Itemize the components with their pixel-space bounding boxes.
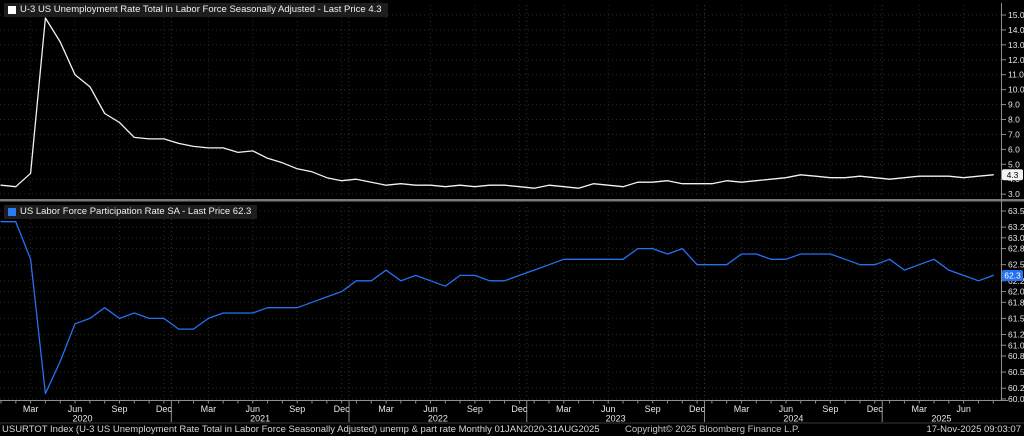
- x-tick-label: Dec: [334, 404, 351, 414]
- y-tick-label: 13.0: [1008, 40, 1024, 50]
- x-tick-label: Sep: [467, 404, 483, 414]
- y-tick-label: 3.0: [1008, 189, 1020, 199]
- x-tick-label: Mar: [201, 404, 217, 414]
- x-tick-label: Dec: [511, 404, 528, 414]
- x-year-label: 2022: [428, 414, 448, 424]
- y-tick-label: 61.8: [1008, 297, 1024, 307]
- x-tick-label: Mar: [911, 404, 927, 414]
- x-tick-label: Mar: [378, 404, 394, 414]
- x-tick-label: Mar: [556, 404, 572, 414]
- y-tick-label: 61.2: [1008, 330, 1024, 340]
- y-tick-label: 15.0: [1008, 10, 1024, 20]
- x-year-label: 2024: [783, 414, 803, 424]
- status-datetime: 17-Nov-2025 09:03:07: [926, 424, 1021, 435]
- legend-unemployment[interactable]: U-3 US Unemployment Rate Total in Labor …: [4, 3, 388, 17]
- x-tick-label: Sep: [645, 404, 661, 414]
- status-bar: USURTOT Index (U-3 US Unemployment Rate …: [0, 423, 1024, 436]
- y-tick-label: 10.0: [1008, 85, 1024, 95]
- y-tick-label: 62.5: [1008, 260, 1024, 270]
- last-price-badge-text: 4.3: [1007, 170, 1019, 180]
- last-price-badge-text: 62.3: [1004, 270, 1021, 280]
- status-copyright: Copyright© 2025 Bloomberg Finance L.P.: [625, 424, 800, 435]
- y-tick-label: 7.0: [1008, 129, 1020, 139]
- y-tick-label: 63.5: [1008, 206, 1024, 216]
- x-tick-label: Sep: [111, 404, 127, 414]
- y-tick-label: 5.0: [1008, 159, 1020, 169]
- x-tick-label: Jun: [68, 404, 83, 414]
- y-tick-label: 62.8: [1008, 244, 1024, 254]
- y-tick-label: 6.0: [1008, 144, 1020, 154]
- x-tick-label: Jun: [956, 404, 971, 414]
- y-tick-label: 60.8: [1008, 351, 1024, 361]
- bloomberg-chart-window: 15.0 14.0 13.0 12.0 11.0 10.0 9.0 8.0 7.0 6.0 5.04…: [0, 0, 1024, 436]
- panel-divider: [0, 199, 1024, 202]
- x-year-label: 2020: [72, 414, 92, 424]
- x-tick-label: Jun: [601, 404, 616, 414]
- x-tick-label: Sep: [289, 404, 305, 414]
- y-tick-label: 14.0: [1008, 25, 1024, 35]
- y-tick-label: 12.0: [1008, 55, 1024, 65]
- y-tick-label: 63.0: [1008, 233, 1024, 243]
- y-tick-label: 11.0: [1008, 70, 1024, 80]
- unemployment-series-swatch-icon: [8, 6, 16, 14]
- y-tick-label: 8.0: [1008, 115, 1020, 125]
- participation-series-swatch-icon: [8, 208, 16, 216]
- y-tick-label: 60.2: [1008, 383, 1024, 393]
- legend-label-unemployment: U-3 US Unemployment Rate Total in Labor …: [20, 4, 382, 15]
- y-tick-label: 62.0: [1008, 287, 1024, 297]
- x-tick-label: Sep: [822, 404, 838, 414]
- y-tick-label: 60.5: [1008, 367, 1024, 377]
- y-tick-label: 61.0: [1008, 340, 1024, 350]
- x-tick-label: Jun: [779, 404, 794, 414]
- x-tick-label: Dec: [689, 404, 706, 414]
- y-tick-label: 63.2: [1008, 222, 1024, 232]
- x-year-label: 2025: [931, 414, 951, 424]
- y-tick-label: 60.0: [1008, 394, 1024, 404]
- legend-participation[interactable]: US Labor Force Participation Rate SA - L…: [4, 205, 257, 219]
- x-year-label: 2023: [606, 414, 626, 424]
- x-tick-label: Mar: [734, 404, 750, 414]
- status-security-info: USURTOT Index (U-3 US Unemployment Rate …: [2, 424, 600, 435]
- y-tick-label: 9.0: [1008, 100, 1020, 110]
- y-tick-label: 61.5: [1008, 313, 1024, 323]
- x-year-label: 2021: [250, 414, 270, 424]
- x-tick-label: Dec: [867, 404, 884, 414]
- x-tick-label: Jun: [423, 404, 438, 414]
- x-tick-label: Mar: [23, 404, 39, 414]
- x-tick-label: Dec: [156, 404, 173, 414]
- x-tick-label: Jun: [246, 404, 261, 414]
- legend-label-participation: US Labor Force Participation Rate SA - L…: [20, 206, 251, 217]
